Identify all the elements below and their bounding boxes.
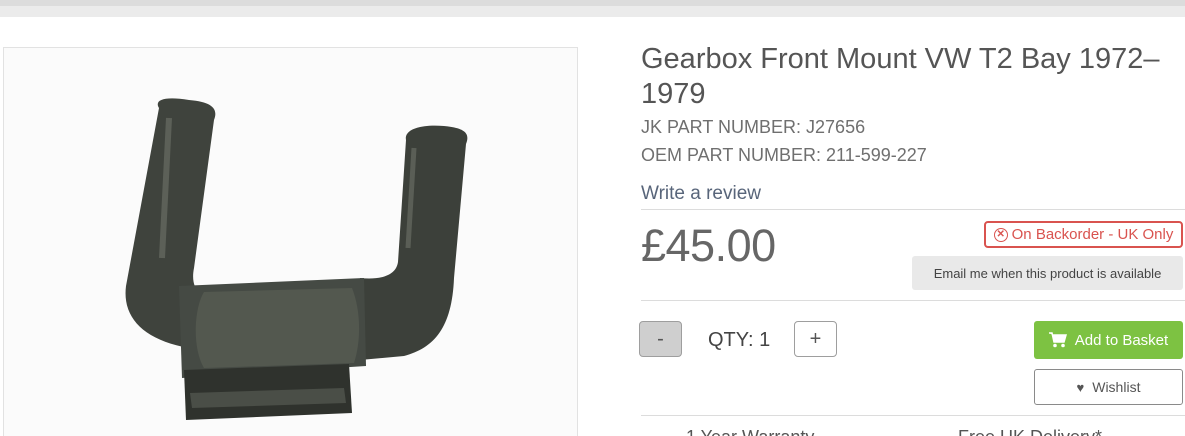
- heart-icon: ♥: [1076, 379, 1085, 395]
- stock-status-label: On Backorder - UK Only: [1011, 226, 1174, 243]
- stock-status-badge: ✕ On Backorder - UK Only: [984, 221, 1183, 248]
- product-price: £45.00: [641, 220, 776, 271]
- quantity-decrease-button[interactable]: -: [639, 321, 682, 357]
- quantity-label: QTY: 1: [708, 329, 771, 351]
- wishlist-label: Wishlist: [1092, 379, 1141, 395]
- top-bar: [0, 0, 1185, 17]
- write-review-link[interactable]: Write a review: [641, 183, 761, 205]
- quantity-increase-button[interactable]: +: [794, 321, 837, 357]
- divider: [641, 209, 1185, 210]
- rubber-gearbox-mount-photo: [4, 48, 577, 436]
- cart-icon: [1048, 332, 1067, 348]
- product-title: Gearbox Front Mount VW T2 Bay 1972–1979: [641, 43, 1160, 110]
- divider: [641, 415, 1185, 416]
- delivery-info: Free UK Delivery*: [958, 427, 1102, 436]
- divider: [641, 300, 1185, 301]
- jk-part-number: JK PART NUMBER: J27656: [641, 117, 866, 137]
- wishlist-button[interactable]: ♥ Wishlist: [1034, 369, 1183, 405]
- oem-part-number: OEM PART NUMBER: 211-599-227: [641, 145, 927, 165]
- warranty-info: 1 Year Warranty: [686, 427, 814, 436]
- product-image[interactable]: [3, 47, 578, 436]
- add-to-basket-button[interactable]: Add to Basket: [1034, 321, 1183, 359]
- add-to-basket-label: Add to Basket: [1074, 331, 1169, 349]
- email-when-available-button[interactable]: Email me when this product is available: [912, 256, 1183, 290]
- x-circle-icon: ✕: [993, 227, 1008, 242]
